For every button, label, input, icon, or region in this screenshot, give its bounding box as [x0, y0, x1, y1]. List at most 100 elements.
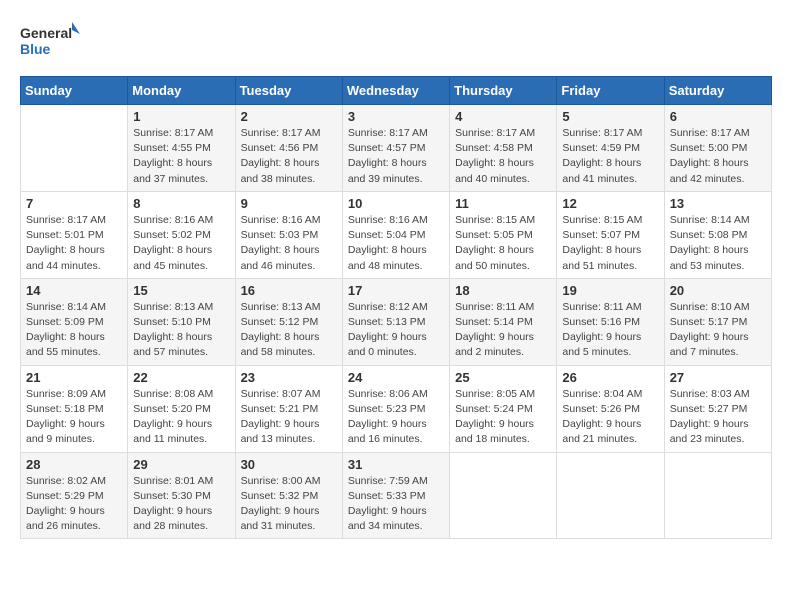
day-detail: Sunrise: 8:01 AMSunset: 5:30 PMDaylight:… [133, 474, 229, 535]
day-cell: 28 Sunrise: 8:02 AMSunset: 5:29 PMDayligh… [21, 452, 128, 539]
calendar-table: SundayMondayTuesdayWednesdayThursdayFrid… [20, 76, 772, 539]
day-detail: Sunrise: 8:16 AMSunset: 5:04 PMDaylight:… [348, 213, 444, 274]
week-row-2: 7 Sunrise: 8:17 AMSunset: 5:01 PMDaylight… [21, 191, 772, 278]
calendar-header: SundayMondayTuesdayWednesdayThursdayFrid… [21, 77, 772, 105]
day-number: 4 [455, 109, 551, 124]
day-detail: Sunrise: 7:59 AMSunset: 5:33 PMDaylight:… [348, 474, 444, 535]
header-cell-thursday: Thursday [450, 77, 557, 105]
week-row-1: 1 Sunrise: 8:17 AMSunset: 4:55 PMDaylight… [21, 105, 772, 192]
day-detail: Sunrise: 8:05 AMSunset: 5:24 PMDaylight:… [455, 387, 551, 448]
day-number: 16 [241, 283, 337, 298]
day-number: 17 [348, 283, 444, 298]
week-row-4: 21 Sunrise: 8:09 AMSunset: 5:18 PMDayligh… [21, 365, 772, 452]
day-cell: 17 Sunrise: 8:12 AMSunset: 5:13 PMDayligh… [342, 278, 449, 365]
day-cell: 7 Sunrise: 8:17 AMSunset: 5:01 PMDaylight… [21, 191, 128, 278]
day-cell: 22Sunrise: 8:08 AMSunset: 5:20 PMDayligh… [128, 365, 235, 452]
day-detail: Sunrise: 8:17 AMSunset: 4:55 PMDaylight:… [133, 126, 229, 187]
day-detail: Sunrise: 8:13 AMSunset: 5:12 PMDaylight:… [241, 300, 337, 361]
day-number: 5 [562, 109, 658, 124]
day-number: 15 [133, 283, 229, 298]
day-number: 21 [26, 370, 122, 385]
day-number: 30 [241, 457, 337, 472]
day-number: 13 [670, 196, 766, 211]
day-number: 20 [670, 283, 766, 298]
day-detail: Sunrise: 8:02 AMSunset: 5:29 PMDaylight:… [26, 474, 122, 535]
header-cell-monday: Monday [128, 77, 235, 105]
day-cell: 25 Sunrise: 8:05 AMSunset: 5:24 PMDayligh… [450, 365, 557, 452]
day-cell: 2Sunrise: 8:17 AMSunset: 4:56 PMDaylight… [235, 105, 342, 192]
day-number: 10 [348, 196, 444, 211]
day-detail: Sunrise: 8:13 AMSunset: 5:10 PMDaylight:… [133, 300, 229, 361]
header-cell-wednesday: Wednesday [342, 77, 449, 105]
day-cell [450, 452, 557, 539]
day-cell: 24Sunrise: 8:06 AMSunset: 5:23 PMDayligh… [342, 365, 449, 452]
day-detail: Sunrise: 8:16 AMSunset: 5:03 PMDaylight:… [241, 213, 337, 274]
day-detail: Sunrise: 8:12 AMSunset: 5:13 PMDaylight:… [348, 300, 444, 361]
day-cell: 18Sunrise: 8:11 AMSunset: 5:14 PMDayligh… [450, 278, 557, 365]
day-detail: Sunrise: 8:09 AMSunset: 5:18 PMDaylight:… [26, 387, 122, 448]
day-cell: 26Sunrise: 8:04 AMSunset: 5:26 PMDayligh… [557, 365, 664, 452]
day-cell: 3 Sunrise: 8:17 AMSunset: 4:57 PMDaylight… [342, 105, 449, 192]
day-detail: Sunrise: 8:14 AMSunset: 5:08 PMDaylight:… [670, 213, 766, 274]
header-cell-tuesday: Tuesday [235, 77, 342, 105]
week-row-3: 14Sunrise: 8:14 AMSunset: 5:09 PMDayligh… [21, 278, 772, 365]
week-row-5: 28 Sunrise: 8:02 AMSunset: 5:29 PMDayligh… [21, 452, 772, 539]
logo: General Blue [20, 20, 80, 60]
day-number: 12 [562, 196, 658, 211]
calendar-body: 1 Sunrise: 8:17 AMSunset: 4:55 PMDaylight… [21, 105, 772, 539]
day-number: 29 [133, 457, 229, 472]
day-number: 14 [26, 283, 122, 298]
day-detail: Sunrise: 8:17 AMSunset: 4:57 PMDaylight:… [348, 126, 444, 187]
day-cell [664, 452, 771, 539]
day-cell: 21 Sunrise: 8:09 AMSunset: 5:18 PMDayligh… [21, 365, 128, 452]
day-number: 9 [241, 196, 337, 211]
day-cell: 16 Sunrise: 8:13 AMSunset: 5:12 PMDayligh… [235, 278, 342, 365]
day-detail: Sunrise: 8:15 AMSunset: 5:07 PMDaylight:… [562, 213, 658, 274]
day-cell: 8 Sunrise: 8:16 AMSunset: 5:02 PMDaylight… [128, 191, 235, 278]
day-detail: Sunrise: 8:11 AMSunset: 5:16 PMDaylight:… [562, 300, 658, 361]
day-detail: Sunrise: 8:10 AMSunset: 5:17 PMDaylight:… [670, 300, 766, 361]
day-cell: 20 Sunrise: 8:10 AMSunset: 5:17 PMDayligh… [664, 278, 771, 365]
day-number: 3 [348, 109, 444, 124]
day-cell: 5 Sunrise: 8:17 AMSunset: 4:59 PMDaylight… [557, 105, 664, 192]
header-cell-friday: Friday [557, 77, 664, 105]
day-detail: Sunrise: 8:17 AMSunset: 5:01 PMDaylight:… [26, 213, 122, 274]
day-number: 8 [133, 196, 229, 211]
logo-icon: General Blue [20, 20, 80, 60]
header-cell-sunday: Sunday [21, 77, 128, 105]
header-row: SundayMondayTuesdayWednesdayThursdayFrid… [21, 77, 772, 105]
day-number: 2 [241, 109, 337, 124]
day-number: 24 [348, 370, 444, 385]
day-cell: 4 Sunrise: 8:17 AMSunset: 4:58 PMDaylight… [450, 105, 557, 192]
day-detail: Sunrise: 8:17 AMSunset: 4:58 PMDaylight:… [455, 126, 551, 187]
day-cell: 11Sunrise: 8:15 AMSunset: 5:05 PMDayligh… [450, 191, 557, 278]
day-detail: Sunrise: 8:15 AMSunset: 5:05 PMDaylight:… [455, 213, 551, 274]
day-cell: 13 Sunrise: 8:14 AMSunset: 5:08 PMDayligh… [664, 191, 771, 278]
day-detail: Sunrise: 8:03 AMSunset: 5:27 PMDaylight:… [670, 387, 766, 448]
day-number: 6 [670, 109, 766, 124]
day-number: 22 [133, 370, 229, 385]
day-number: 26 [562, 370, 658, 385]
day-detail: Sunrise: 8:00 AMSunset: 5:32 PMDaylight:… [241, 474, 337, 535]
day-number: 27 [670, 370, 766, 385]
day-number: 25 [455, 370, 551, 385]
day-number: 19 [562, 283, 658, 298]
day-cell: 19 Sunrise: 8:11 AMSunset: 5:16 PMDayligh… [557, 278, 664, 365]
day-cell: 27 Sunrise: 8:03 AMSunset: 5:27 PMDayligh… [664, 365, 771, 452]
day-cell: 9 Sunrise: 8:16 AMSunset: 5:03 PMDaylight… [235, 191, 342, 278]
day-detail: Sunrise: 8:16 AMSunset: 5:02 PMDaylight:… [133, 213, 229, 274]
day-cell [21, 105, 128, 192]
day-cell: 12 Sunrise: 8:15 AMSunset: 5:07 PMDayligh… [557, 191, 664, 278]
day-cell: 30 Sunrise: 8:00 AMSunset: 5:32 PMDayligh… [235, 452, 342, 539]
day-detail: Sunrise: 8:17 AMSunset: 4:59 PMDaylight:… [562, 126, 658, 187]
day-cell: 14Sunrise: 8:14 AMSunset: 5:09 PMDayligh… [21, 278, 128, 365]
day-number: 23 [241, 370, 337, 385]
day-number: 31 [348, 457, 444, 472]
day-cell: 15 Sunrise: 8:13 AMSunset: 5:10 PMDayligh… [128, 278, 235, 365]
svg-text:Blue: Blue [20, 41, 51, 57]
page-header: General Blue [20, 20, 772, 60]
day-cell: 23Sunrise: 8:07 AMSunset: 5:21 PMDayligh… [235, 365, 342, 452]
day-number: 1 [133, 109, 229, 124]
day-number: 7 [26, 196, 122, 211]
day-number: 28 [26, 457, 122, 472]
